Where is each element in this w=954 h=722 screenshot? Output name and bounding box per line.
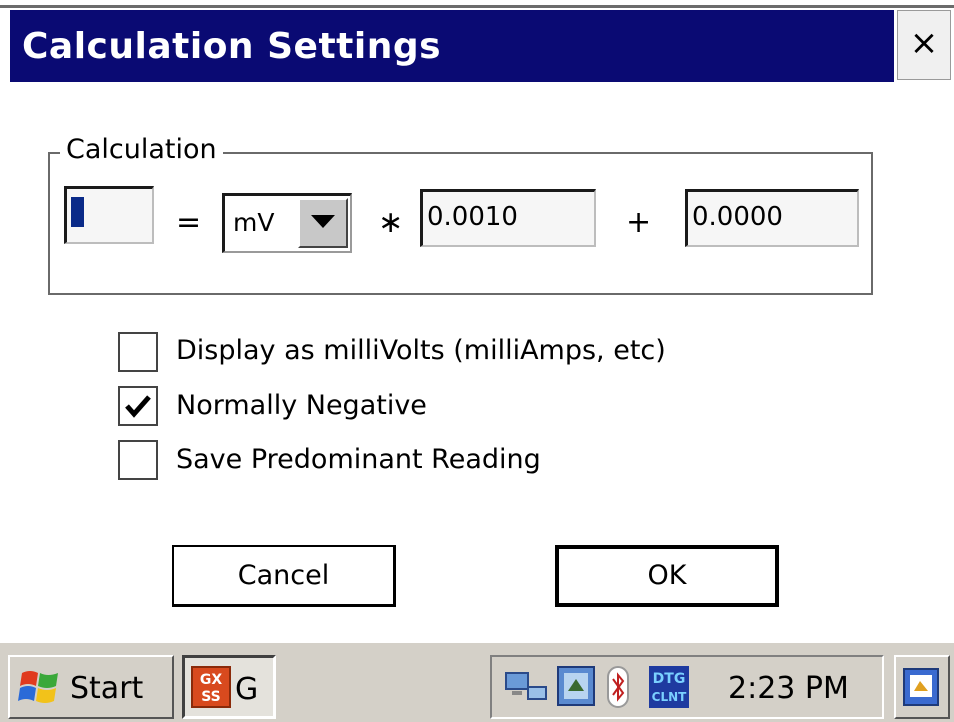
- multiply-sign: ∗: [378, 205, 404, 240]
- system-tray: DTG CLNT 2:23 PM: [490, 655, 884, 719]
- calculation-group-label: Calculation: [60, 134, 223, 165]
- normally-negative-label: Normally Negative: [176, 390, 427, 421]
- start-label: Start: [70, 671, 144, 706]
- title-bar: Calculation Settings: [10, 10, 894, 82]
- multiplier-field[interactable]: 0.0010: [420, 189, 596, 247]
- cancel-button[interactable]: Cancel: [172, 545, 396, 607]
- unit-select[interactable]: mV: [222, 193, 352, 253]
- window-title: Calculation Settings: [22, 26, 442, 67]
- top-border: [0, 5, 954, 8]
- display-millivolts-checkbox[interactable]: [118, 332, 158, 372]
- plus-sign: +: [626, 205, 652, 240]
- checkmark-icon: [125, 395, 151, 418]
- text-cursor: [71, 197, 84, 227]
- taskbar-app-label: G: [235, 672, 259, 707]
- show-desktop-button[interactable]: [894, 655, 950, 719]
- top-edge: [0, 0, 954, 4]
- app-icon-text-top: GX: [200, 672, 222, 688]
- offset-field[interactable]: 0.0000: [685, 189, 859, 247]
- tray-icon-text-bottom: CLNT: [652, 690, 687, 704]
- app-icon-text-bottom: SS: [201, 689, 221, 705]
- offset-value: 0.0000: [692, 202, 783, 232]
- windows-flag-icon: [18, 671, 58, 703]
- ok-button[interactable]: OK: [555, 545, 779, 607]
- unit-select-dropdown-button[interactable]: [298, 198, 348, 248]
- save-predominant-label: Save Predominant Reading: [176, 444, 541, 475]
- sync-icon[interactable]: [556, 665, 596, 707]
- tray-icon-text-top: DTG: [653, 671, 686, 687]
- taskbar: Start GX SS G DTG CLNT 2:23 PM: [0, 640, 954, 722]
- network-icon[interactable]: [504, 667, 548, 707]
- save-predominant-checkbox[interactable]: [118, 440, 158, 480]
- clock[interactable]: 2:23 PM: [728, 671, 849, 706]
- dtg-client-icon[interactable]: DTG CLNT: [648, 665, 690, 709]
- taskbar-app-button[interactable]: GX SS G: [182, 655, 276, 719]
- unit-select-value: mV: [233, 208, 275, 237]
- app-icon: GX SS: [191, 666, 231, 708]
- start-button[interactable]: Start: [8, 655, 174, 719]
- equals-sign: =: [176, 205, 202, 240]
- bluetooth-icon[interactable]: [604, 665, 634, 709]
- close-button[interactable]: ×: [897, 10, 951, 80]
- display-millivolts-label: Display as milliVolts (milliAmps, etc): [176, 335, 666, 366]
- normally-negative-checkbox[interactable]: [118, 386, 158, 426]
- desktop-icon: [903, 668, 939, 706]
- multiplier-value: 0.0010: [427, 202, 518, 232]
- chevron-down-icon: [311, 215, 335, 228]
- variable-field[interactable]: [64, 186, 154, 244]
- close-icon: ×: [909, 23, 939, 63]
